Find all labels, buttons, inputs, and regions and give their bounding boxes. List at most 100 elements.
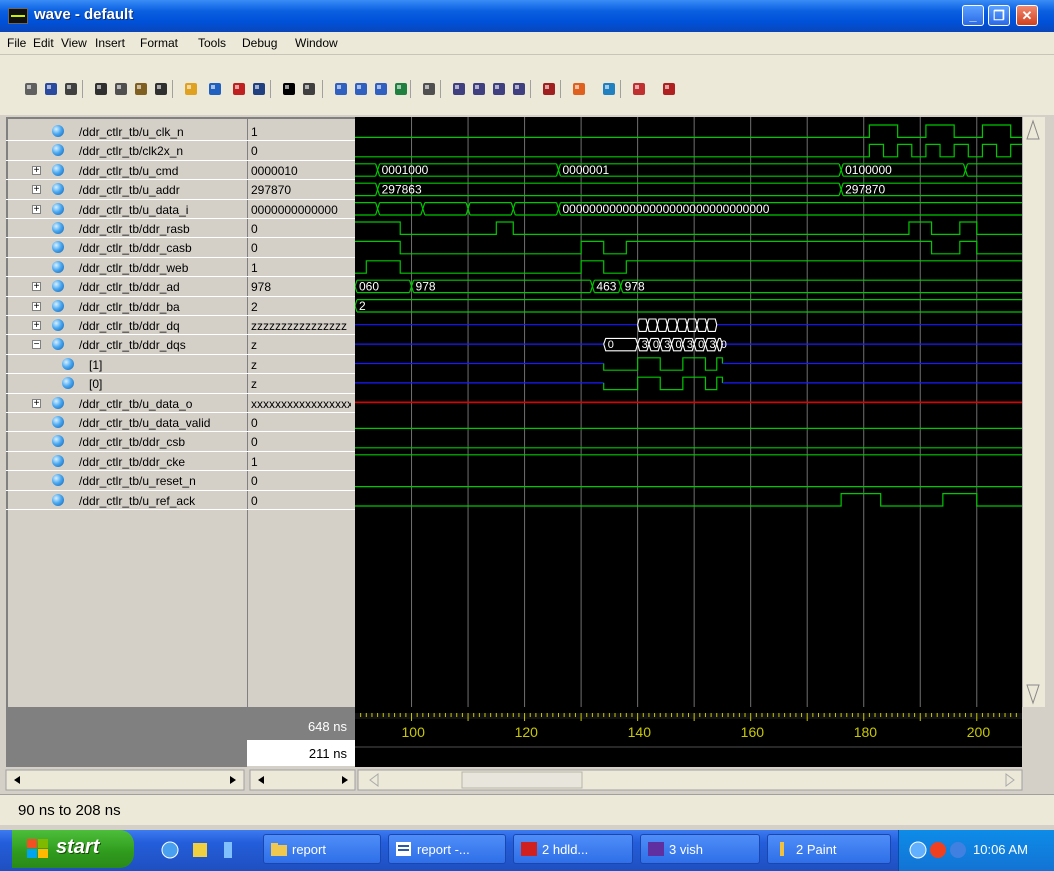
wave-scroll-thumb[interactable]: [461, 771, 583, 789]
collapse-icon[interactable]: −: [32, 340, 41, 350]
task-report-word[interactable]: report -...: [388, 834, 506, 864]
name-pane-hscroll[interactable]: [5, 769, 245, 791]
select-pointer-icon[interactable]: [280, 80, 298, 98]
paste-icon[interactable]: [132, 80, 150, 98]
timeline-canvas[interactable]: 100 120 140 160 180 200: [355, 707, 1022, 767]
menu-tools[interactable]: Tools: [198, 36, 226, 50]
signal-row[interactable]: /ddr_ctlr_tb/u_ref_ack: [6, 491, 247, 510]
step-icon[interactable]: [630, 80, 648, 98]
quicklaunch-media-icon[interactable]: [218, 840, 238, 863]
signal-row[interactable]: + /ddr_ctlr_tb/u_data_i: [6, 200, 247, 219]
quicklaunch-help-icon[interactable]: [190, 840, 210, 863]
signal-row[interactable]: /ddr_ctlr_tb/ddr_web: [6, 258, 247, 278]
zoom-in-icon[interactable]: [332, 80, 350, 98]
cut-icon[interactable]: [92, 80, 110, 98]
signal-row[interactable]: /ddr_ctlr_tb/ddr_csb: [6, 432, 247, 452]
signal-row[interactable]: /ddr_ctlr_tb/clk2x_n: [6, 141, 247, 161]
copy-icon[interactable]: [112, 80, 130, 98]
minimize-button[interactable]: _: [962, 5, 984, 26]
delete-icon[interactable]: [206, 80, 224, 98]
signal-value-row[interactable]: z: [247, 335, 355, 355]
signal-value-row[interactable]: 0: [247, 432, 355, 452]
signal-row[interactable]: + /ddr_ctlr_tb/ddr_dq: [6, 316, 247, 336]
menu-file[interactable]: File: [7, 36, 26, 50]
signal-value-row[interactable]: 1: [247, 122, 355, 142]
zoom-fit-icon[interactable]: [392, 80, 410, 98]
signal-row[interactable]: − /ddr_ctlr_tb/ddr_dqs: [6, 335, 247, 355]
expand-icon[interactable]: +: [32, 165, 41, 175]
print-icon[interactable]: [62, 80, 80, 98]
add-signal-icon[interactable]: [420, 80, 438, 98]
quicklaunch-ie-icon[interactable]: [160, 840, 180, 863]
menu-edit[interactable]: Edit: [33, 36, 54, 50]
signal-value-row[interactable]: 0: [247, 491, 355, 510]
value-pane-hscroll[interactable]: [249, 769, 356, 791]
find-fall-icon[interactable]: [490, 80, 508, 98]
signal-row[interactable]: /ddr_ctlr_tb/u_data_valid: [6, 413, 247, 433]
signal-row[interactable]: + /ddr_ctlr_tb/u_data_o: [6, 394, 247, 413]
find-prev-edge-icon[interactable]: [450, 80, 468, 98]
signal-value-row[interactable]: 2: [247, 297, 355, 316]
signal-row[interactable]: + /ddr_ctlr_tb/ddr_ad: [6, 277, 247, 297]
signal-value-row[interactable]: 0000010: [247, 161, 355, 181]
break-icon[interactable]: [660, 80, 678, 98]
delete-cursor-icon[interactable]: [250, 80, 268, 98]
signal-value-row[interactable]: z: [247, 355, 355, 375]
close-button[interactable]: ✕: [1016, 5, 1038, 26]
expand-icon[interactable]: +: [32, 398, 41, 408]
wave-pane[interactable]: 0001000 0000001 0100000 297863 297870 0000000…: [352, 117, 1054, 707]
signal-value-row[interactable]: xxxxxxxxxxxxxxxxx: [247, 394, 355, 413]
find-next-edge-icon[interactable]: [470, 80, 488, 98]
run-icon[interactable]: [570, 80, 588, 98]
signal-value-row[interactable]: 1: [247, 258, 355, 278]
select-mode-icon[interactable]: [182, 80, 200, 98]
signal-value-row[interactable]: 0: [247, 471, 355, 491]
expand-icon[interactable]: +: [32, 321, 41, 331]
signal-row[interactable]: /ddr_ctlr_tb/ddr_rasb: [6, 219, 247, 239]
find-icon[interactable]: [152, 80, 170, 98]
menu-window[interactable]: Window: [295, 36, 338, 50]
wave-pane-hscroll[interactable]: [357, 769, 1023, 791]
menu-insert[interactable]: Insert: [95, 36, 125, 50]
signal-value-row[interactable]: zzzzzzzzzzzzzzzz: [247, 316, 355, 336]
zoom-box-icon[interactable]: [300, 80, 318, 98]
expand-icon[interactable]: +: [32, 204, 41, 214]
signal-value-row[interactable]: 0: [247, 413, 355, 433]
signal-row[interactable]: /ddr_ctlr_tb/ddr_cke: [6, 452, 247, 472]
zoom-full-icon[interactable]: [372, 80, 390, 98]
expand-icon[interactable]: +: [32, 282, 41, 292]
clear-icon[interactable]: [540, 80, 558, 98]
signal-row[interactable]: + /ddr_ctlr_tb/u_addr: [6, 180, 247, 200]
signal-row[interactable]: + /ddr_ctlr_tb/ddr_ba: [6, 297, 247, 316]
find-rise-icon[interactable]: [510, 80, 528, 98]
task-vsim[interactable]: 3 vish: [640, 834, 760, 864]
signal-value-row[interactable]: 978: [247, 277, 355, 297]
insert-cursor-icon[interactable]: [230, 80, 248, 98]
save-icon[interactable]: [42, 80, 60, 98]
signal-value-row[interactable]: 0: [247, 238, 355, 258]
menu-view[interactable]: View: [61, 36, 87, 50]
timeline-ruler[interactable]: 100 120 140 160 180 200: [355, 707, 1022, 767]
task-hdl[interactable]: 2 hdld...: [513, 834, 633, 864]
signal-value-row[interactable]: 1: [247, 452, 355, 472]
cursor1-cell[interactable]: 211 ns: [247, 740, 355, 766]
tray-icons[interactable]: [909, 840, 967, 860]
signal-value-row[interactable]: 0: [247, 219, 355, 239]
menu-debug[interactable]: Debug: [242, 36, 277, 50]
task-paint[interactable]: 2 Paint: [767, 834, 891, 864]
waveform-canvas[interactable]: 0001000 0000001 0100000297863 2978700000000…: [352, 117, 1054, 707]
task-report-folder[interactable]: report: [263, 834, 381, 864]
maximize-button[interactable]: ❐: [988, 5, 1010, 26]
signal-row[interactable]: [1]: [6, 355, 247, 375]
vertical-scrollbar[interactable]: [1022, 117, 1045, 707]
open-icon[interactable]: [22, 80, 40, 98]
restart-icon[interactable]: [600, 80, 618, 98]
expand-icon[interactable]: +: [32, 301, 41, 311]
expand-icon[interactable]: +: [32, 185, 41, 195]
signal-row[interactable]: /ddr_ctlr_tb/u_reset_n: [6, 471, 247, 491]
signal-value-row[interactable]: 0000000000000: [247, 200, 355, 219]
signal-row[interactable]: + /ddr_ctlr_tb/u_cmd: [6, 161, 247, 181]
zoom-out-icon[interactable]: [352, 80, 370, 98]
signal-value-row[interactable]: z: [247, 374, 355, 394]
signal-value-row[interactable]: 297870: [247, 180, 355, 200]
